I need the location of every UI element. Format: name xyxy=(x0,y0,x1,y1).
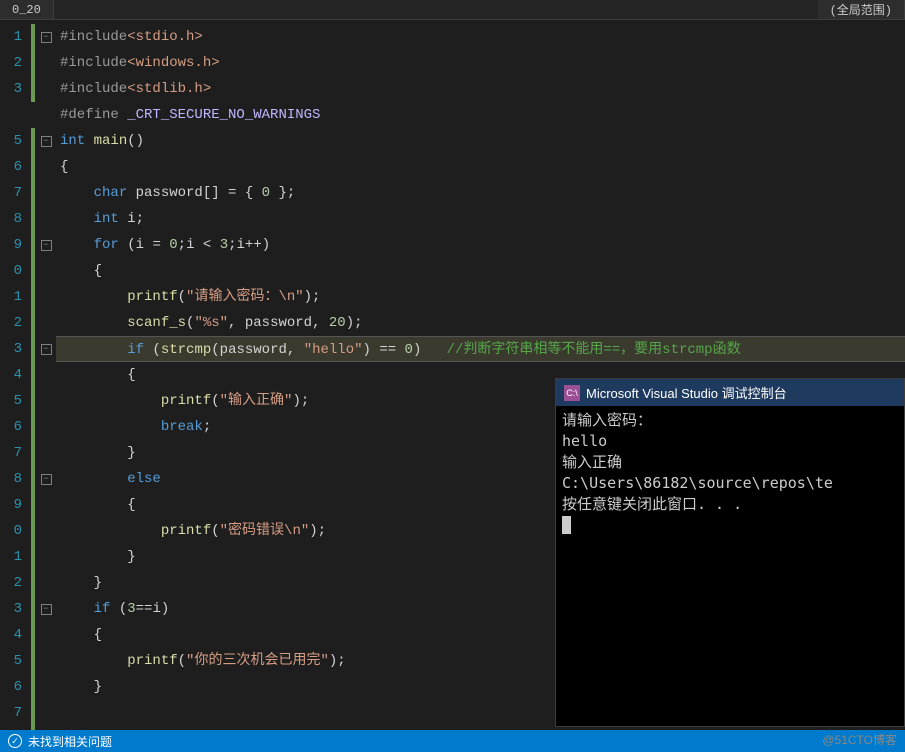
code-line: #define _CRT_SECURE_NO_WARNINGS xyxy=(56,102,905,128)
line-number: 5 xyxy=(0,648,22,674)
tab-bar: 0_20 (全局范围) xyxy=(0,0,905,20)
line-number: 2 xyxy=(0,50,22,76)
fold-gutter: − − − − − − xyxy=(36,20,56,732)
line-number: 2 xyxy=(0,570,22,596)
line-number-gutter: 1 2 3 5 6 7 8 9 0 1 2 3 4 5 6 7 8 9 0 1 … xyxy=(0,20,30,732)
line-number: 0 xyxy=(0,258,22,284)
line-number: 5 xyxy=(0,388,22,414)
line-number: 6 xyxy=(0,154,22,180)
code-line: for (i = 0;i < 3;i++) xyxy=(56,232,905,258)
line-number: 3 xyxy=(0,76,22,102)
line-number: 7 xyxy=(0,440,22,466)
line-number: 1 xyxy=(0,544,22,570)
debug-console-window[interactable]: C:\ Microsoft Visual Studio 调试控制台 请输入密码：… xyxy=(555,378,905,727)
code-line: printf("请输入密码：\n"); xyxy=(56,284,905,310)
code-line: scanf_s("%s", password, 20); xyxy=(56,310,905,336)
console-line: 按任意键关闭此窗口. . . xyxy=(562,495,742,513)
console-line: C:\Users\86182\source\repos\te xyxy=(562,474,833,492)
line-number: 1 xyxy=(0,284,22,310)
console-title-text: Microsoft Visual Studio 调试控制台 xyxy=(586,383,787,402)
status-text: 未找到相关问题 xyxy=(28,733,112,750)
line-number xyxy=(0,102,22,128)
code-line: #include<stdlib.h> xyxy=(56,76,905,102)
code-line: int main() xyxy=(56,128,905,154)
console-line: 请输入密码： xyxy=(562,411,652,429)
code-line: int i; xyxy=(56,206,905,232)
console-output[interactable]: 请输入密码： hello 输入正确 C:\Users\86182\source\… xyxy=(556,406,904,726)
line-number: 6 xyxy=(0,674,22,700)
line-number: 5 xyxy=(0,128,22,154)
line-number: 9 xyxy=(0,492,22,518)
check-icon: ✓ xyxy=(8,734,22,748)
console-line: hello xyxy=(562,432,607,450)
line-number: 3 xyxy=(0,336,22,362)
tab-file[interactable]: 0_20 xyxy=(0,0,54,19)
fold-toggle[interactable]: − xyxy=(41,344,52,355)
fold-toggle[interactable]: − xyxy=(41,32,52,43)
console-line: 输入正确 xyxy=(562,453,622,471)
code-line: #include<windows.h> xyxy=(56,50,905,76)
watermark: @51CTO博客 xyxy=(822,731,897,748)
status-bar: ✓ 未找到相关问题 xyxy=(0,730,905,752)
console-cursor xyxy=(562,516,571,534)
fold-toggle[interactable]: − xyxy=(41,136,52,147)
line-number: 7 xyxy=(0,180,22,206)
line-number: 3 xyxy=(0,596,22,622)
code-line: #include<stdio.h> xyxy=(56,24,905,50)
line-number: 4 xyxy=(0,622,22,648)
line-number: 4 xyxy=(0,362,22,388)
line-number: 8 xyxy=(0,206,22,232)
code-line-highlighted: if (strcmp(password, "hello") == 0) //判断… xyxy=(56,336,905,362)
fold-toggle[interactable]: − xyxy=(41,604,52,615)
console-icon: C:\ xyxy=(564,385,580,401)
line-number: 1 xyxy=(0,24,22,50)
line-number: 9 xyxy=(0,232,22,258)
line-number: 0 xyxy=(0,518,22,544)
line-number: 6 xyxy=(0,414,22,440)
fold-toggle[interactable]: − xyxy=(41,474,52,485)
tab-scope[interactable]: (全局范围) xyxy=(818,0,905,19)
console-title-bar[interactable]: C:\ Microsoft Visual Studio 调试控制台 xyxy=(556,379,904,406)
code-line: { xyxy=(56,258,905,284)
code-line: char password[] = { 0 }; xyxy=(56,180,905,206)
code-line: { xyxy=(56,154,905,180)
line-number: 2 xyxy=(0,310,22,336)
line-number: 7 xyxy=(0,700,22,726)
fold-toggle[interactable]: − xyxy=(41,240,52,251)
line-number: 8 xyxy=(0,466,22,492)
